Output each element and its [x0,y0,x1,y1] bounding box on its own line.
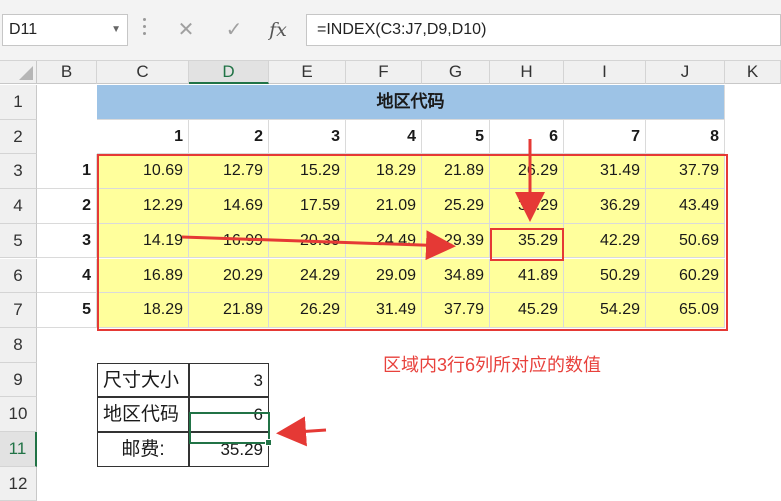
matrix-cell[interactable]: 42.29 [564,223,646,259]
column-header-h[interactable]: H [490,61,564,84]
column-header-d[interactable]: D [189,61,269,84]
matrix-cell[interactable]: 60.29 [646,258,725,294]
lookup-value[interactable]: 6 [189,397,269,432]
matrix-cell[interactable]: 14.69 [189,189,269,224]
matrix-cell[interactable]: 45.29 [490,293,564,328]
matrix-cell[interactable]: 37.79 [422,293,490,328]
row-index-cell[interactable]: 3 [37,223,97,259]
insert-function-icon[interactable]: fx [262,16,294,44]
matrix-cell[interactable]: 12.29 [97,189,189,224]
row-header-11[interactable]: 11 [0,432,37,467]
lookup-label[interactable]: 邮费: [97,432,189,467]
matrix-cell[interactable]: 14.19 [97,223,189,259]
enter-icon[interactable]: ✓ [218,16,250,44]
matrix-cell[interactable]: 20.39 [269,223,346,259]
matrix-cell[interactable]: 36.29 [564,189,646,224]
row-header-10[interactable]: 10 [0,397,37,432]
matrix-cell[interactable]: 50.29 [564,258,646,294]
row-index-cell[interactable]: 1 [37,154,97,190]
row-header-6[interactable]: 6 [0,258,37,294]
matrix-cell[interactable]: 35.29 [490,223,564,259]
matrix-cell[interactable]: 18.29 [346,154,422,190]
matrix-cell[interactable]: 21.89 [189,293,269,328]
lookup-label[interactable]: 尺寸大小 [97,362,189,398]
lookup-value[interactable]: 35.29 [189,432,269,467]
matrix-cell[interactable]: 37.79 [646,154,725,190]
row-header-4[interactable]: 4 [0,189,37,224]
chevron-down-icon[interactable]: ▼ [111,15,121,45]
matrix-cell[interactable]: 20.29 [189,258,269,294]
matrix-cell[interactable]: 16.89 [97,258,189,294]
row-header-12[interactable]: 12 [0,466,37,501]
lookup-label[interactable]: 地区代码 [97,397,189,432]
cancel-icon[interactable]: ✕ [170,16,202,44]
matrix-cell[interactable]: 29.39 [422,223,490,259]
matrix-cell[interactable]: 43.49 [646,189,725,224]
column-index-cell[interactable]: 3 [269,119,346,155]
column-index-cell[interactable]: 5 [422,119,490,155]
matrix-cell[interactable]: 26.29 [269,293,346,328]
result-arrow [276,416,327,447]
matrix-cell[interactable]: 30.29 [490,189,564,224]
matrix-cell[interactable]: 26.29 [490,154,564,190]
row-header-9[interactable]: 9 [0,362,37,398]
row-index-cell[interactable]: 4 [37,258,97,294]
row-header-3[interactable]: 3 [0,154,37,190]
column-header-f[interactable]: F [346,61,422,84]
row-header-1[interactable]: 1 [0,85,37,120]
row-header-5[interactable]: 5 [0,223,37,259]
row-index-cell[interactable]: 2 [37,189,97,224]
matrix-cell[interactable]: 50.69 [646,223,725,259]
row-index-cell[interactable]: 5 [37,293,97,328]
column-header-b[interactable]: B [37,61,97,84]
matrix-cell[interactable]: 16.99 [189,223,269,259]
column-index-cell[interactable]: 6 [490,119,564,155]
row-header-7[interactable]: 7 [0,293,37,328]
formula-bar: D11 ▼ ✕ ✓ fx =INDEX(C3:J7,D9,D10) [0,0,781,61]
matrix-cell[interactable]: 24.29 [269,258,346,294]
matrix-cell[interactable]: 21.89 [422,154,490,190]
matrix-cell[interactable]: 29.09 [346,258,422,294]
row-header-8[interactable]: 8 [0,327,37,363]
row-header-2[interactable]: 2 [0,119,37,155]
column-header-c[interactable]: C [97,61,189,84]
lookup-value[interactable]: 3 [189,362,269,398]
matrix-cell[interactable]: 21.09 [346,189,422,224]
drag-handle-icon[interactable] [143,18,147,39]
column-index-cell[interactable]: 2 [189,119,269,155]
matrix-cell[interactable]: 41.89 [490,258,564,294]
column-index-cell[interactable]: 8 [646,119,725,155]
column-index-cell[interactable]: 1 [97,119,189,155]
matrix-cell[interactable]: 34.89 [422,258,490,294]
select-all-button[interactable] [0,61,37,84]
annotation-text: 区域内3行6列所对应的数值 [383,355,602,375]
matrix-cell[interactable]: 31.49 [346,293,422,328]
matrix-cell[interactable]: 24.49 [346,223,422,259]
region-code-header[interactable]: 地区代码 [97,85,725,120]
matrix-cell[interactable]: 54.29 [564,293,646,328]
column-header-i[interactable]: I [564,61,646,84]
matrix-cell[interactable]: 65.09 [646,293,725,328]
name-box-value: D11 [9,21,38,38]
column-index-cell[interactable]: 7 [564,119,646,155]
column-index-cell[interactable]: 4 [346,119,422,155]
column-header-k[interactable]: K [725,61,781,84]
column-header-e[interactable]: E [269,61,346,84]
matrix-cell[interactable]: 18.29 [97,293,189,328]
matrix-cell[interactable]: 15.29 [269,154,346,190]
matrix-cell[interactable]: 25.29 [422,189,490,224]
column-header-j[interactable]: J [646,61,725,84]
matrix-cell[interactable]: 12.79 [189,154,269,190]
matrix-cell[interactable]: 31.49 [564,154,646,190]
formula-input[interactable]: =INDEX(C3:J7,D9,D10) [306,14,781,46]
matrix-cell[interactable]: 10.69 [97,154,189,190]
matrix-cell[interactable]: 17.59 [269,189,346,224]
name-box[interactable]: D11 ▼ [2,14,128,46]
column-header-g[interactable]: G [422,61,490,84]
